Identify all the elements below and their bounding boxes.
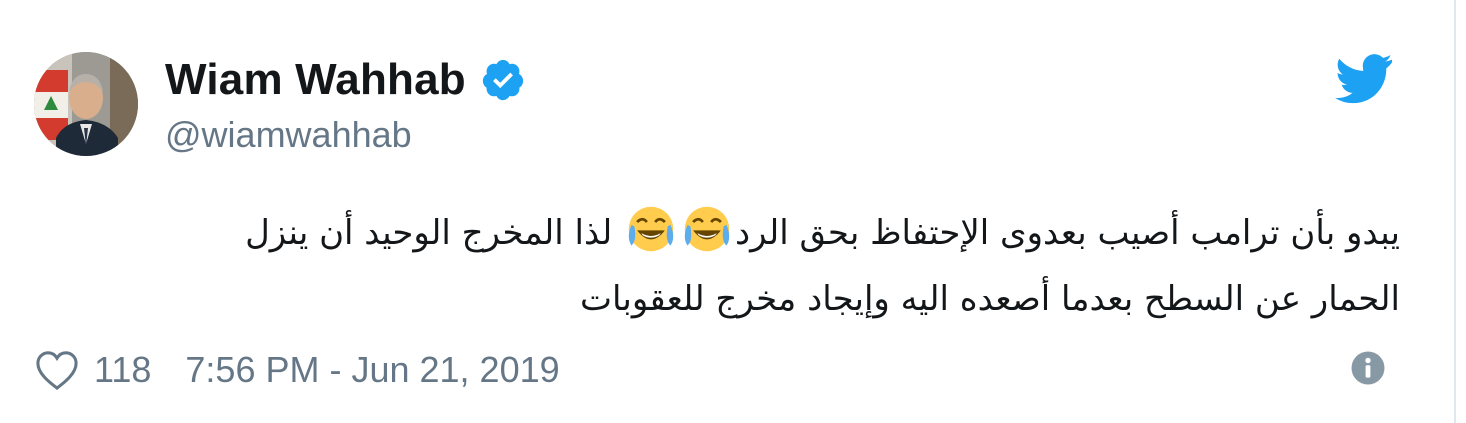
tweet-text-line1: يبدو بأن ترامب أصيب بعدوى الإحتفاظ بحق ا… (735, 213, 1400, 253)
tweet-text-line2: الحمار عن السطح بعدما أصعده اليه وإيجاد … (579, 279, 1400, 319)
tweet-text-line1-end: لذا المخرج الوحيد أن ينزل (245, 213, 613, 253)
tweet-timestamp[interactable]: 7:56 PM - Jun 21, 2019 (185, 349, 559, 391)
tweet-text: يبدو بأن ترامب أصيب بعدوى الإحتفاظ بحق ا… (100, 200, 1400, 332)
face-with-tears-of-joy-icon (626, 204, 676, 254)
like-count: 118 (94, 349, 152, 390)
twitter-bird-icon[interactable] (1335, 52, 1393, 104)
author-display-name[interactable]: Wiam Wahhab (165, 58, 466, 102)
tweet-card: Wiam Wahhab @wiamwahhab يبدو بأن ترامب أ… (0, 0, 1456, 423)
tweet-footer: 118 7:56 PM - Jun 21, 2019 (34, 342, 560, 398)
heart-icon[interactable] (34, 349, 80, 391)
author-handle[interactable]: @wiamwahhab (165, 113, 412, 156)
author-name-row: Wiam Wahhab (165, 52, 526, 108)
face-with-tears-of-joy-icon (682, 204, 732, 254)
avatar-photo (34, 52, 138, 156)
info-icon[interactable] (1350, 350, 1386, 386)
like-button[interactable]: 118 (34, 349, 151, 391)
verified-badge-icon (482, 59, 523, 101)
author-avatar[interactable] (34, 52, 138, 156)
